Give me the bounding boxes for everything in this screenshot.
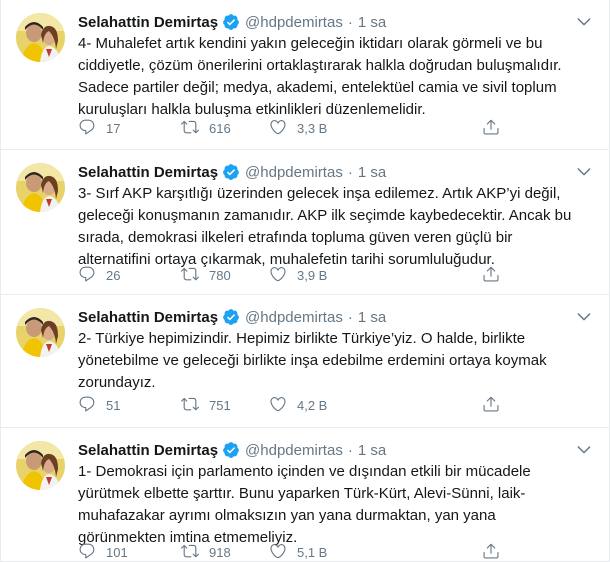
share-button[interactable]	[482, 542, 500, 562]
tweet-actions: 26 780 3,9 B	[78, 265, 510, 285]
display-name[interactable]: Selahattin Demirtaş	[78, 14, 218, 31]
retweet-button[interactable]: 780	[181, 265, 231, 286]
display-name[interactable]: Selahattin Demirtaş	[78, 442, 218, 459]
share-button[interactable]	[482, 118, 500, 139]
verified-badge-icon	[222, 163, 240, 181]
heart-icon	[269, 395, 287, 416]
user-handle[interactable]: @hdpdemirtas	[245, 14, 343, 31]
tweet[interactable]: Selahattin Demirtaş @hdpdemirtas · 1 sa …	[1, 428, 609, 562]
heart-icon	[269, 265, 287, 286]
retweet-count: 751	[209, 397, 231, 413]
reply-button[interactable]: 17	[78, 118, 120, 139]
verified-badge-icon	[222, 13, 240, 31]
retweet-icon	[181, 395, 199, 416]
retweet-icon	[181, 118, 199, 139]
retweet-button[interactable]: 616	[181, 118, 231, 139]
like-count: 5,1 B	[297, 544, 328, 560]
tweet-header: Selahattin Demirtaş @hdpdemirtas · 1 sa	[78, 11, 597, 33]
like-count: 3,9 B	[297, 267, 328, 283]
share-button[interactable]	[482, 395, 500, 416]
user-handle[interactable]: @hdpdemirtas	[245, 442, 343, 459]
reply-button[interactable]: 101	[78, 542, 128, 562]
chevron-down-icon[interactable]	[575, 13, 593, 31]
avatar[interactable]	[16, 13, 65, 62]
tweet[interactable]: Selahattin Demirtaş @hdpdemirtas · 1 sa …	[1, 0, 609, 150]
share-icon	[482, 265, 500, 286]
reply-button[interactable]: 51	[78, 395, 120, 416]
timestamp[interactable]: 1 sa	[358, 442, 386, 459]
tweet[interactable]: Selahattin Demirtaş @hdpdemirtas · 1 sa …	[1, 295, 609, 428]
heart-icon	[269, 542, 287, 562]
reply-count: 101	[106, 544, 128, 560]
reply-icon	[78, 542, 96, 562]
tweet-header: Selahattin Demirtaş @hdpdemirtas · 1 sa	[78, 306, 597, 328]
retweet-button[interactable]: 918	[181, 542, 231, 562]
like-button[interactable]: 5,1 B	[269, 542, 327, 562]
tweet-actions: 17 616 3,3 B	[78, 118, 510, 138]
share-icon	[482, 395, 500, 416]
tweet[interactable]: Selahattin Demirtaş @hdpdemirtas · 1 sa …	[1, 150, 609, 295]
reply-count: 17	[106, 120, 121, 136]
retweet-button[interactable]: 751	[181, 395, 231, 416]
tweet-text: 3- Sırf AKP karşıtlığı üzerinden gelecek…	[78, 185, 572, 268]
verified-badge-icon	[222, 308, 240, 326]
retweet-icon	[181, 542, 199, 562]
avatar[interactable]	[16, 441, 65, 490]
tweet-text: 1- Demokrasi için parlamento içinden ve …	[78, 463, 531, 546]
display-name[interactable]: Selahattin Demirtaş	[78, 309, 218, 326]
separator-dot: ·	[347, 163, 353, 181]
share-icon	[482, 118, 500, 139]
reply-button[interactable]: 26	[78, 265, 120, 286]
retweet-count: 918	[209, 544, 231, 560]
chevron-down-icon[interactable]	[575, 441, 593, 459]
reply-icon	[78, 265, 96, 286]
tweet-actions: 51 751 4,2 B	[78, 395, 510, 415]
share-button[interactable]	[482, 265, 500, 286]
chevron-down-icon[interactable]	[575, 308, 593, 326]
tweet-text: 4- Muhalefet artık kendini yakın geleceğ…	[78, 35, 562, 118]
tweet-header: Selahattin Demirtaş @hdpdemirtas · 1 sa	[78, 439, 597, 461]
retweet-icon	[181, 265, 199, 286]
like-button[interactable]: 3,3 B	[269, 118, 327, 139]
retweet-count: 616	[209, 120, 231, 136]
user-handle[interactable]: @hdpdemirtas	[245, 309, 343, 326]
reply-icon	[78, 118, 96, 139]
tweet-text: 2- Türkiye hepimizindir. Hepimiz birlikt…	[78, 330, 547, 391]
reply-icon	[78, 395, 96, 416]
avatar[interactable]	[16, 308, 65, 357]
like-button[interactable]: 3,9 B	[269, 265, 327, 286]
tweet-feed: Selahattin Demirtaş @hdpdemirtas · 1 sa …	[0, 0, 610, 562]
like-button[interactable]: 4,2 B	[269, 395, 327, 416]
tweet-header: Selahattin Demirtaş @hdpdemirtas · 1 sa	[78, 161, 597, 183]
verified-badge-icon	[222, 441, 240, 459]
display-name[interactable]: Selahattin Demirtaş	[78, 164, 218, 181]
reply-count: 26	[106, 267, 121, 283]
separator-dot: ·	[347, 441, 353, 459]
separator-dot: ·	[347, 308, 353, 326]
avatar[interactable]	[16, 163, 65, 212]
user-handle[interactable]: @hdpdemirtas	[245, 164, 343, 181]
timestamp[interactable]: 1 sa	[358, 164, 386, 181]
like-count: 3,3 B	[297, 120, 328, 136]
share-icon	[482, 542, 500, 562]
retweet-count: 780	[209, 267, 231, 283]
chevron-down-icon[interactable]	[575, 163, 593, 181]
like-count: 4,2 B	[297, 397, 328, 413]
heart-icon	[269, 118, 287, 139]
timestamp[interactable]: 1 sa	[358, 14, 386, 31]
reply-count: 51	[106, 397, 121, 413]
timestamp[interactable]: 1 sa	[358, 309, 386, 326]
tweet-actions: 101 918 5,1 B	[78, 542, 510, 562]
separator-dot: ·	[347, 13, 353, 31]
